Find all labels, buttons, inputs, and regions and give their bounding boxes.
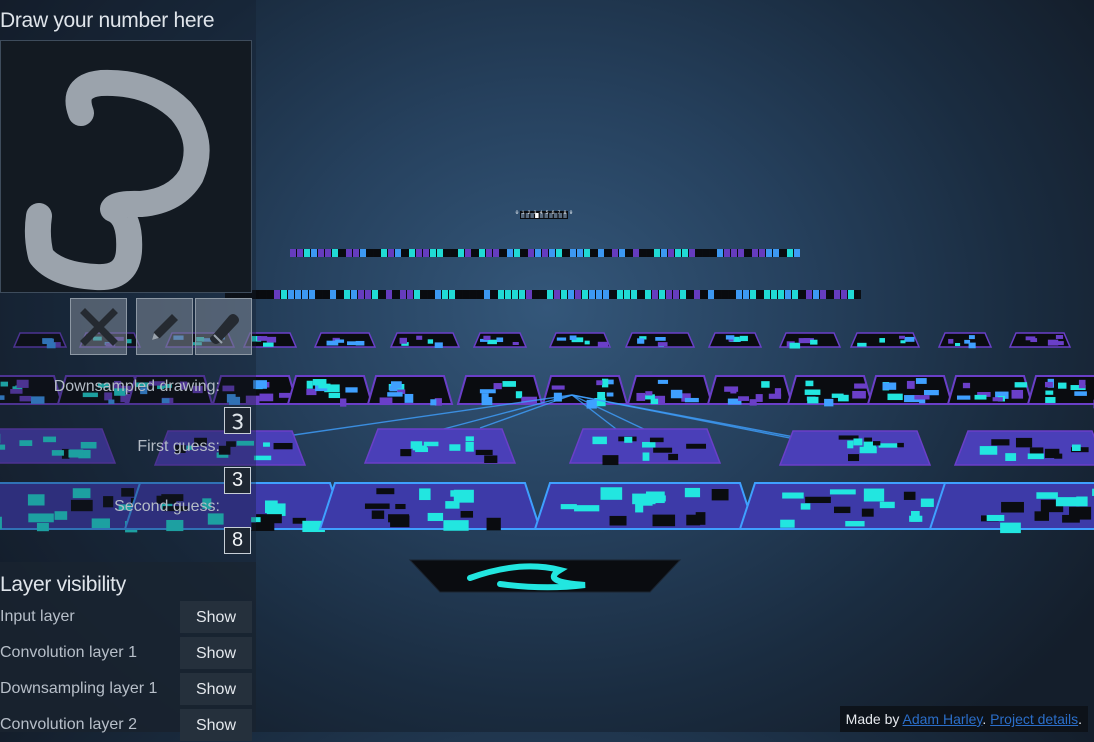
pencil-icon [144, 306, 186, 348]
drawn-digit-stroke [1, 41, 251, 292]
downsampled-preview [224, 407, 251, 434]
layer-visibility-title: Layer visibility [0, 573, 126, 597]
credits-separator: . [982, 711, 990, 727]
downsampled-drawing-label: Downsampled drawing: [0, 378, 220, 396]
layer-row-input: Input layer Show [0, 601, 256, 633]
layer-visibility-section: Layer visibility Input layer Show Convol… [0, 562, 256, 732]
show-downsample1-button[interactable]: Show [180, 673, 252, 705]
layer-row-conv2: Convolution layer 2 Show [0, 709, 256, 741]
layer-row-conv1: Convolution layer 1 Show [0, 637, 256, 669]
layer-name: Convolution layer 2 [0, 716, 137, 734]
control-panel: Draw your number here Downsampled drawin… [0, 0, 256, 732]
output-digit-labels: 0 1 2 3 4 5 6 7 8 9 [515, 210, 572, 216]
first-guess-value: 3 [224, 467, 251, 494]
layer-name: Convolution layer 1 [0, 644, 137, 662]
project-details-link[interactable]: Project details [990, 711, 1078, 727]
credits-bar: Made by Adam Harley. Project details. [840, 706, 1088, 732]
credits-prefix: Made by [846, 711, 903, 727]
eraser-icon [203, 306, 245, 348]
first-guess-label: First guess: [0, 438, 220, 456]
draw-panel-title: Draw your number here [0, 9, 214, 33]
show-input-layer-button[interactable]: Show [180, 601, 252, 633]
layer-name: Downsampling layer 1 [0, 680, 157, 698]
downsampled-digit-image [225, 408, 250, 433]
pencil-button[interactable] [136, 298, 193, 355]
eraser-button[interactable] [195, 298, 252, 355]
show-conv1-button[interactable]: Show [180, 637, 252, 669]
layer-row-downsample1: Downsampling layer 1 Show [0, 673, 256, 705]
clear-button[interactable] [70, 298, 127, 355]
layer-name: Input layer [0, 608, 75, 626]
downsampling-layer-2-map [315, 333, 375, 347]
clear-x-icon [79, 307, 119, 347]
second-guess-value: 8 [224, 527, 251, 554]
credits-suffix: . [1078, 711, 1082, 727]
author-link[interactable]: Adam Harley [903, 711, 983, 727]
show-conv2-button[interactable]: Show [180, 709, 252, 741]
drawing-canvas[interactable] [0, 40, 252, 293]
second-guess-label: Second guess: [0, 498, 220, 516]
